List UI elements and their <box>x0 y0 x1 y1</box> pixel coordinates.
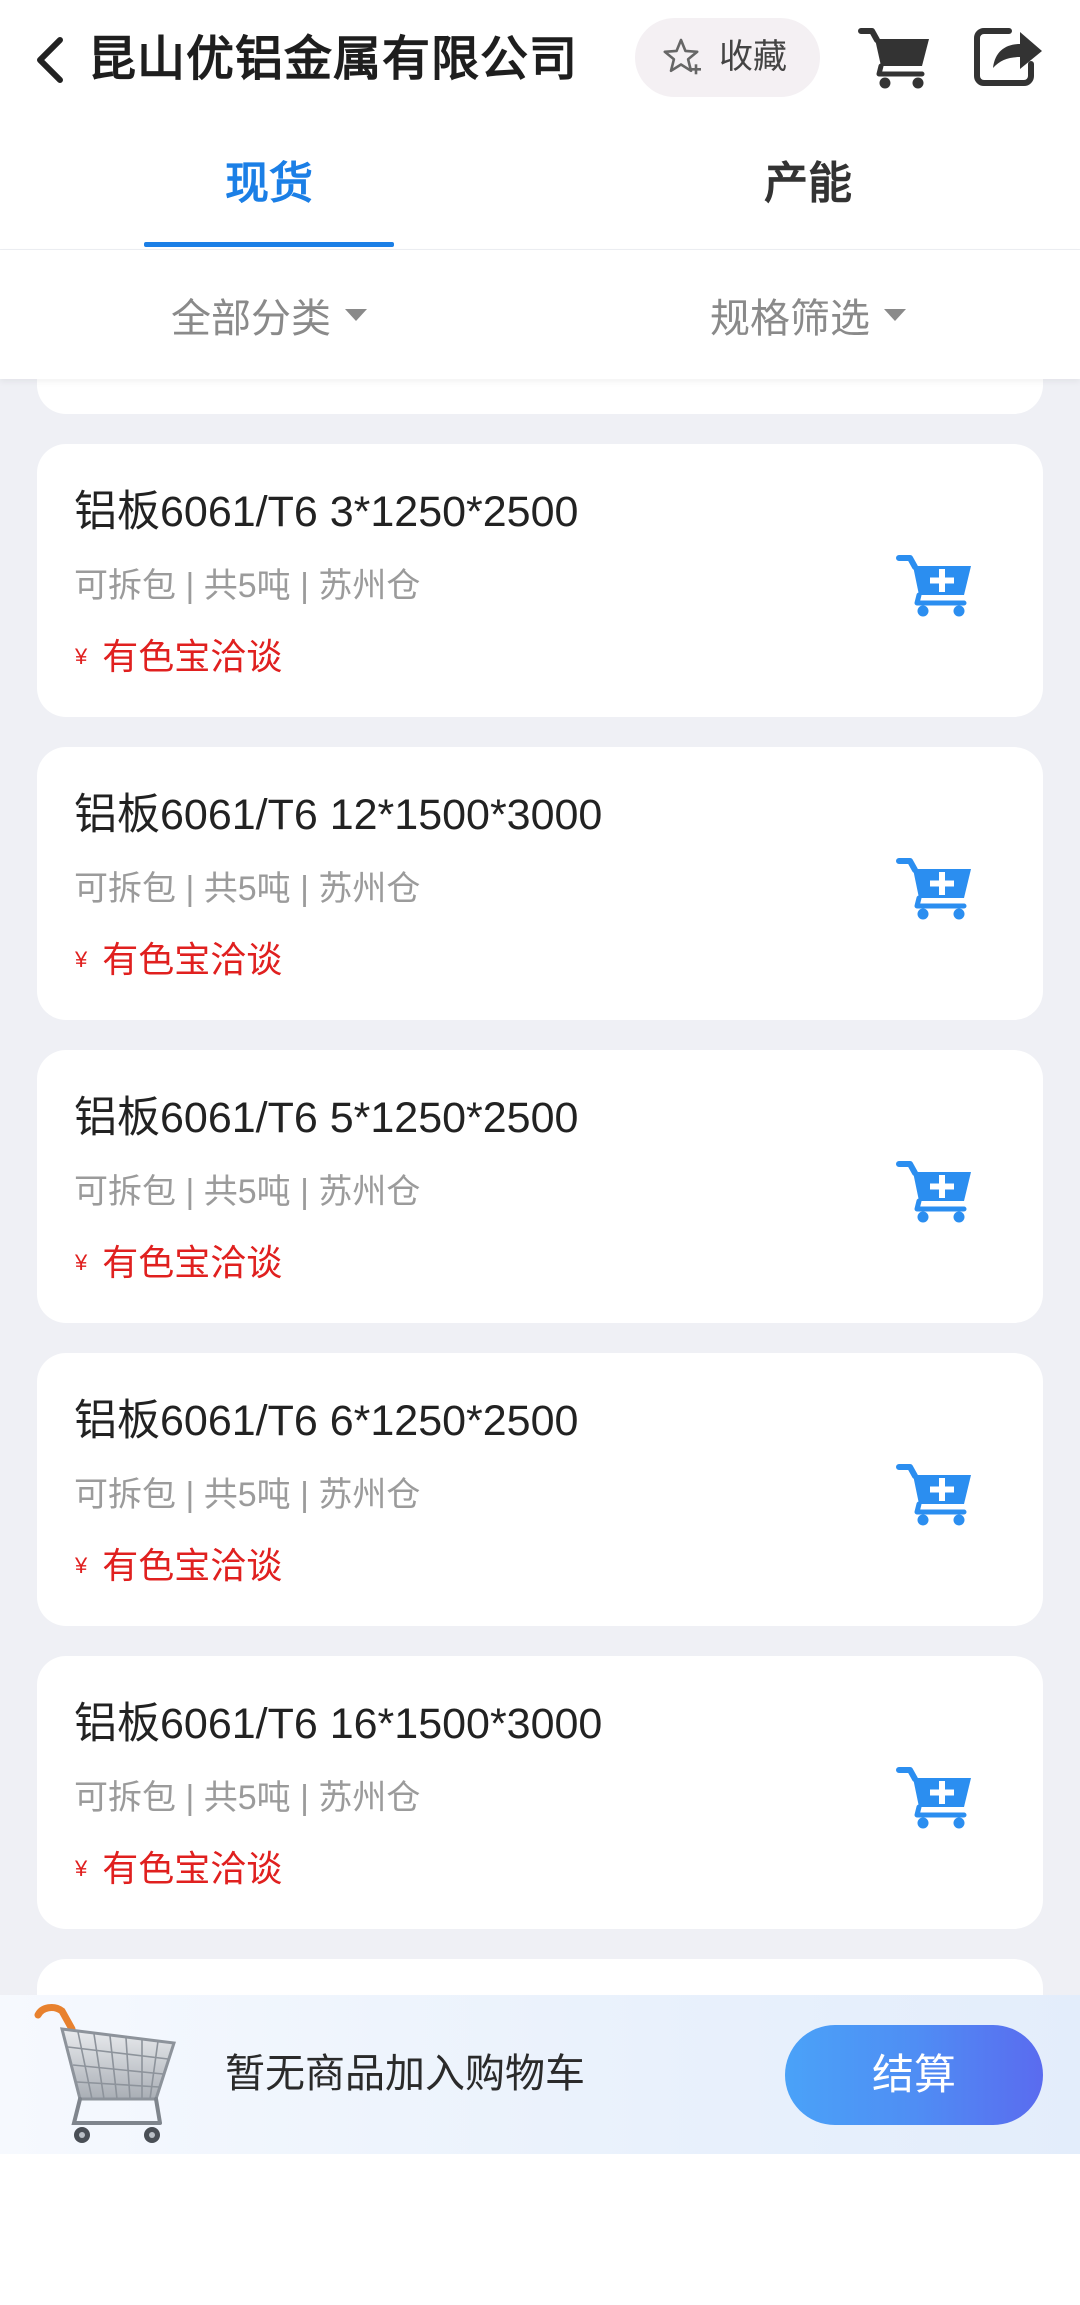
shopping-trolley-icon <box>34 2004 176 2143</box>
product-meta: 可拆包 | 共5吨 | 苏州仓 <box>74 567 421 605</box>
page-title: 昆山优铝金属有限公司 <box>88 33 579 86</box>
product-meta: 可拆包 | 共5吨 | 苏州仓 <box>74 870 421 908</box>
tab-bar: 现货 产能 <box>0 125 1080 250</box>
product-price: ¥ 有色宝洽谈 <box>75 1243 282 1283</box>
product-price: ¥ 有色宝洽谈 <box>75 1546 282 1586</box>
favorite-label: 收藏 <box>719 38 787 76</box>
price-text: 有色宝洽谈 <box>102 1848 283 1889</box>
add-to-cart-icon[interactable] <box>896 853 974 921</box>
product-price: ¥ 有色宝洽谈 <box>75 637 282 677</box>
product-card[interactable] <box>37 379 1043 414</box>
category-filter[interactable]: 全部分类 <box>0 250 538 379</box>
product-card[interactable]: 铝板6061/T6 6*1250*2500 可拆包 | 共5吨 | 苏州仓 ¥ … <box>37 1353 1043 1626</box>
add-to-cart-icon[interactable] <box>896 1459 974 1527</box>
star-plus-icon <box>663 38 701 75</box>
price-text: 有色宝洽谈 <box>102 1242 283 1283</box>
product-list[interactable]: 铝板6061/T6 3*1250*2500 可拆包 | 共5吨 | 苏州仓 ¥ … <box>0 379 1080 2154</box>
share-icon <box>974 28 1042 86</box>
currency-symbol: ¥ <box>75 1553 88 1578</box>
product-title: 铝板6061/T6 12*1500*3000 <box>74 791 603 839</box>
shopping-cart-icon <box>858 28 929 89</box>
tab-spot-goods[interactable]: 现货 <box>0 125 538 243</box>
currency-symbol: ¥ <box>75 1250 88 1275</box>
price-text: 有色宝洽谈 <box>102 636 283 677</box>
chevron-left-icon <box>37 37 63 83</box>
price-text: 有色宝洽谈 <box>102 1545 283 1586</box>
product-title: 铝板6061/T6 6*1250*2500 <box>74 1397 579 1445</box>
filter-bar: 全部分类 规格筛选 <box>0 250 1080 379</box>
product-card[interactable]: 铝板6061/T6 5*1250*2500 可拆包 | 共5吨 | 苏州仓 ¥ … <box>37 1050 1043 1323</box>
product-title: 铝板6061/T6 16*1500*3000 <box>74 1700 603 1748</box>
active-tab-indicator <box>144 242 394 247</box>
cart-button[interactable] <box>858 24 932 90</box>
caret-down-icon <box>884 308 906 321</box>
currency-symbol: ¥ <box>75 1856 88 1881</box>
product-price: ¥ 有色宝洽谈 <box>75 1849 282 1889</box>
currency-symbol: ¥ <box>75 947 88 972</box>
cart-bar: 暂无商品加入购物车 结算 <box>0 1995 1080 2154</box>
checkout-button[interactable]: 结算 <box>785 2025 1043 2125</box>
product-card[interactable]: 铝板6061/T6 3*1250*2500 可拆包 | 共5吨 | 苏州仓 ¥ … <box>37 444 1043 717</box>
spec-filter-label: 规格筛选 <box>710 296 870 341</box>
category-filter-label: 全部分类 <box>171 296 331 341</box>
add-to-cart-icon[interactable] <box>896 1762 974 1830</box>
add-to-cart-icon[interactable] <box>896 1156 974 1224</box>
product-meta: 可拆包 | 共5吨 | 苏州仓 <box>74 1173 421 1211</box>
price-text: 有色宝洽谈 <box>102 939 283 980</box>
product-card[interactable]: 铝板6061/T6 16*1500*3000 可拆包 | 共5吨 | 苏州仓 ¥… <box>37 1656 1043 1929</box>
caret-down-icon <box>345 308 367 321</box>
top-bar: 昆山优铝金属有限公司 收藏 <box>0 0 1080 125</box>
spec-filter[interactable]: 规格筛选 <box>538 250 1078 379</box>
product-card[interactable]: 铝板6061/T6 12*1500*3000 可拆包 | 共5吨 | 苏州仓 ¥… <box>37 747 1043 1020</box>
product-price: ¥ 有色宝洽谈 <box>75 940 282 980</box>
product-title: 铝板6061/T6 5*1250*2500 <box>74 1094 579 1142</box>
add-to-cart-icon[interactable] <box>896 550 974 618</box>
product-meta: 可拆包 | 共5吨 | 苏州仓 <box>74 1476 421 1514</box>
favorite-button[interactable]: 收藏 <box>635 18 820 97</box>
tab-capacity[interactable]: 产能 <box>538 125 1078 243</box>
currency-symbol: ¥ <box>75 644 88 669</box>
product-title: 铝板6061/T6 3*1250*2500 <box>74 488 579 536</box>
cart-empty-message: 暂无商品加入购物车 <box>225 2052 585 2096</box>
back-button[interactable] <box>30 34 70 86</box>
share-button[interactable] <box>971 22 1045 90</box>
product-meta: 可拆包 | 共5吨 | 苏州仓 <box>74 1779 421 1817</box>
